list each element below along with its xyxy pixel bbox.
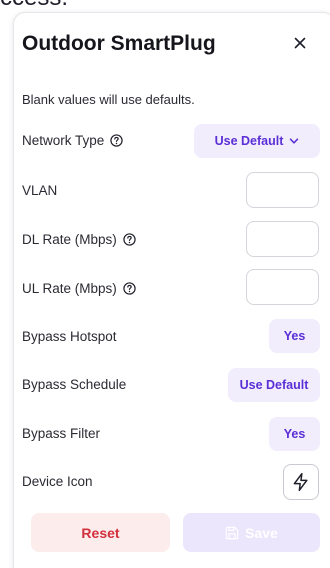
help-circle-icon[interactable]	[123, 233, 136, 246]
dl-rate-label: DL Rate (Mbps)	[22, 232, 136, 247]
floppy-disk-icon	[225, 526, 239, 539]
bypass-filter-label-text: Bypass Filter	[22, 426, 101, 441]
bypass-schedule-label: Bypass Schedule	[22, 377, 126, 392]
page: ccess. Outdoor SmartPlug Blank values wi…	[0, 0, 330, 568]
chevron-down-icon	[290, 138, 299, 144]
ul-rate-input[interactable]	[246, 269, 319, 305]
ul-rate-label-text: UL Rate (Mbps)	[22, 281, 117, 296]
close-button[interactable]	[286, 29, 314, 57]
network-type-label-text: Network Type	[22, 133, 105, 148]
device-icon-picker[interactable]	[283, 464, 319, 500]
help-circle-icon[interactable]	[123, 282, 136, 295]
network-type-label: Network Type	[22, 133, 123, 148]
vlan-label: VLAN	[22, 183, 57, 198]
device-icon-label: Device Icon	[22, 474, 93, 489]
bypass-hotspot-value: Yes	[283, 329, 306, 343]
network-type-select[interactable]: Use Default	[194, 124, 320, 158]
bypass-hotspot-label: Bypass Hotspot	[22, 329, 117, 344]
defaults-hint: Blank values will use defaults.	[22, 92, 195, 107]
bypass-hotspot-label-text: Bypass Hotspot	[22, 329, 117, 344]
ul-rate-label: UL Rate (Mbps)	[22, 281, 136, 296]
bypass-hotspot-toggle[interactable]: Yes	[269, 319, 320, 353]
save-button-label: Save	[245, 524, 278, 541]
bypass-filter-toggle[interactable]: Yes	[269, 417, 320, 451]
dl-rate-label-text: DL Rate (Mbps)	[22, 232, 117, 247]
vlan-label-text: VLAN	[22, 183, 58, 198]
lightning-bolt-icon	[293, 472, 308, 492]
save-button[interactable]: Save	[183, 513, 320, 552]
bypass-filter-label: Bypass Filter	[22, 426, 100, 441]
bypass-schedule-label-text: Bypass Schedule	[22, 377, 127, 392]
modal-title: Outdoor SmartPlug	[22, 32, 216, 55]
dl-rate-input[interactable]	[246, 221, 319, 257]
bypass-schedule-value: Use Default	[239, 378, 309, 392]
bypass-filter-value: Yes	[283, 427, 306, 441]
network-type-value: Use Default	[214, 134, 284, 148]
close-icon	[294, 37, 306, 49]
vlan-input[interactable]	[246, 172, 319, 208]
background-text-fragment: ccess.	[0, 0, 68, 12]
help-circle-icon[interactable]	[110, 134, 123, 147]
device-icon-label-text: Device Icon	[22, 474, 93, 489]
bypass-schedule-select[interactable]: Use Default	[228, 368, 320, 402]
reset-button[interactable]: Reset	[31, 513, 170, 552]
